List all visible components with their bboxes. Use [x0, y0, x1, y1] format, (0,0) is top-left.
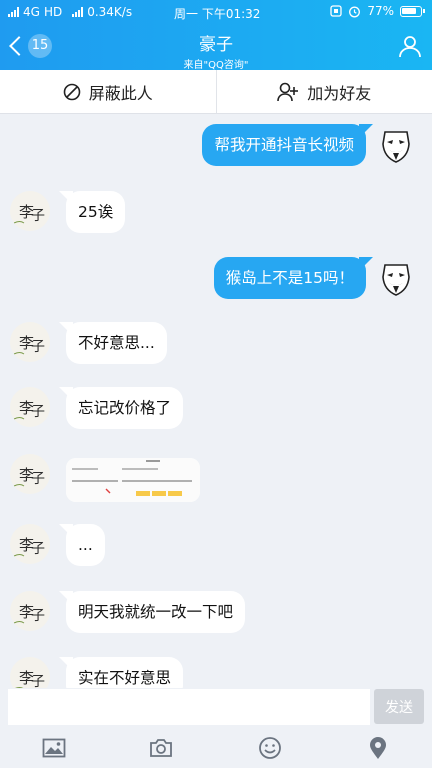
bottom-toolbar: [0, 728, 432, 768]
add-friend-button[interactable]: 加为好友: [217, 70, 432, 113]
send-button[interactable]: 发送: [374, 689, 424, 724]
chat-title-area: 豪子 来自"QQ咨询": [0, 30, 432, 71]
message-bubble-other[interactable]: 25诶: [66, 191, 126, 233]
contact-avatar[interactable]: 李子: [10, 322, 50, 362]
chat-header: 4G HD 0.34K/s 周一 下午01:32 77% 15 豪子 来自"QQ…: [0, 0, 432, 71]
image-message[interactable]: [66, 458, 200, 502]
svg-text:子: 子: [31, 608, 45, 624]
message-bubble-other[interactable]: 实在不好意思: [66, 657, 184, 688]
contact-avatar-image: 李子: [13, 466, 45, 487]
image-icon[interactable]: [42, 736, 66, 760]
message-bubble-other[interactable]: 明天我就统一改一下吧: [66, 591, 246, 633]
block-user-label: 屏蔽此人: [88, 83, 153, 103]
add-friend-icon: [277, 82, 299, 101]
contact-avatar[interactable]: 李子: [10, 454, 50, 494]
message-bubble-other[interactable]: 不好意思...: [66, 322, 167, 364]
contact-avatar[interactable]: 李子: [10, 524, 50, 564]
network-speed: 0.34K/s: [87, 5, 133, 19]
battery-icon: [400, 5, 425, 17]
nfc-icon: [330, 5, 342, 17]
contact-avatar[interactable]: 李子: [10, 591, 50, 631]
location-icon[interactable]: [366, 736, 390, 760]
message-bubble-self[interactable]: 猴岛上不是15吗！: [213, 257, 366, 299]
svg-text:子: 子: [31, 339, 45, 355]
self-avatar-icon[interactable]: [376, 124, 416, 164]
block-user-button[interactable]: 屏蔽此人: [0, 70, 217, 113]
message-bubble-other[interactable]: ...: [66, 524, 105, 566]
svg-text:子: 子: [31, 541, 45, 557]
message-bubble-other[interactable]: 忘记改价格了: [66, 387, 184, 429]
contact-avatar-image: 李子: [13, 603, 45, 624]
action-bar: 屏蔽此人 加为好友: [0, 70, 432, 114]
contact-avatar-image: 李子: [15, 669, 45, 688]
contact-avatar-image: 李子: [13, 536, 45, 557]
message-bubble-self[interactable]: 帮我开通抖音长视频: [202, 124, 366, 166]
chat-subtitle: 来自"QQ咨询": [183, 60, 249, 71]
svg-text:子: 子: [31, 471, 45, 487]
emoji-icon[interactable]: [258, 736, 282, 760]
signal-icon-2: [72, 7, 84, 17]
add-friend-label: 加为好友: [307, 83, 372, 103]
battery-percent: 77%: [367, 4, 394, 18]
block-icon: [63, 83, 81, 100]
signal-icon: [8, 7, 19, 17]
contact-avatar[interactable]: 李子: [10, 191, 50, 231]
self-avatar-icon[interactable]: [376, 257, 416, 297]
message-list[interactable]: 帮我开通抖音长视频 李子 25诶 猴岛上不是15吗！ 李子 不好意思... 李 …: [0, 114, 432, 688]
chat-title: 豪子: [199, 35, 233, 55]
svg-text:子: 子: [31, 208, 45, 224]
status-bar: 4G HD 0.34K/s 周一 下午01:32 77%: [0, 0, 432, 24]
contact-avatar-image: 李子: [13, 203, 45, 224]
network-type: 4G: [23, 5, 40, 19]
alarm-icon: [349, 6, 361, 17]
clock: 周一 下午01:32: [174, 7, 261, 21]
svg-text:子: 子: [31, 674, 45, 688]
message-input[interactable]: [8, 689, 370, 725]
contact-avatar-image: 李子: [13, 399, 45, 420]
screenshot-thumbnail: [66, 458, 200, 502]
contact-avatar-image: 李子: [13, 334, 45, 355]
camera-icon[interactable]: [149, 736, 173, 760]
input-bar: 发送: [0, 688, 432, 728]
contact-avatar[interactable]: 李子: [10, 657, 50, 688]
contact-avatar[interactable]: 李子: [10, 387, 50, 427]
profile-icon[interactable]: [398, 34, 422, 58]
svg-text:子: 子: [31, 404, 45, 420]
hd-indicator: HD: [43, 5, 63, 19]
